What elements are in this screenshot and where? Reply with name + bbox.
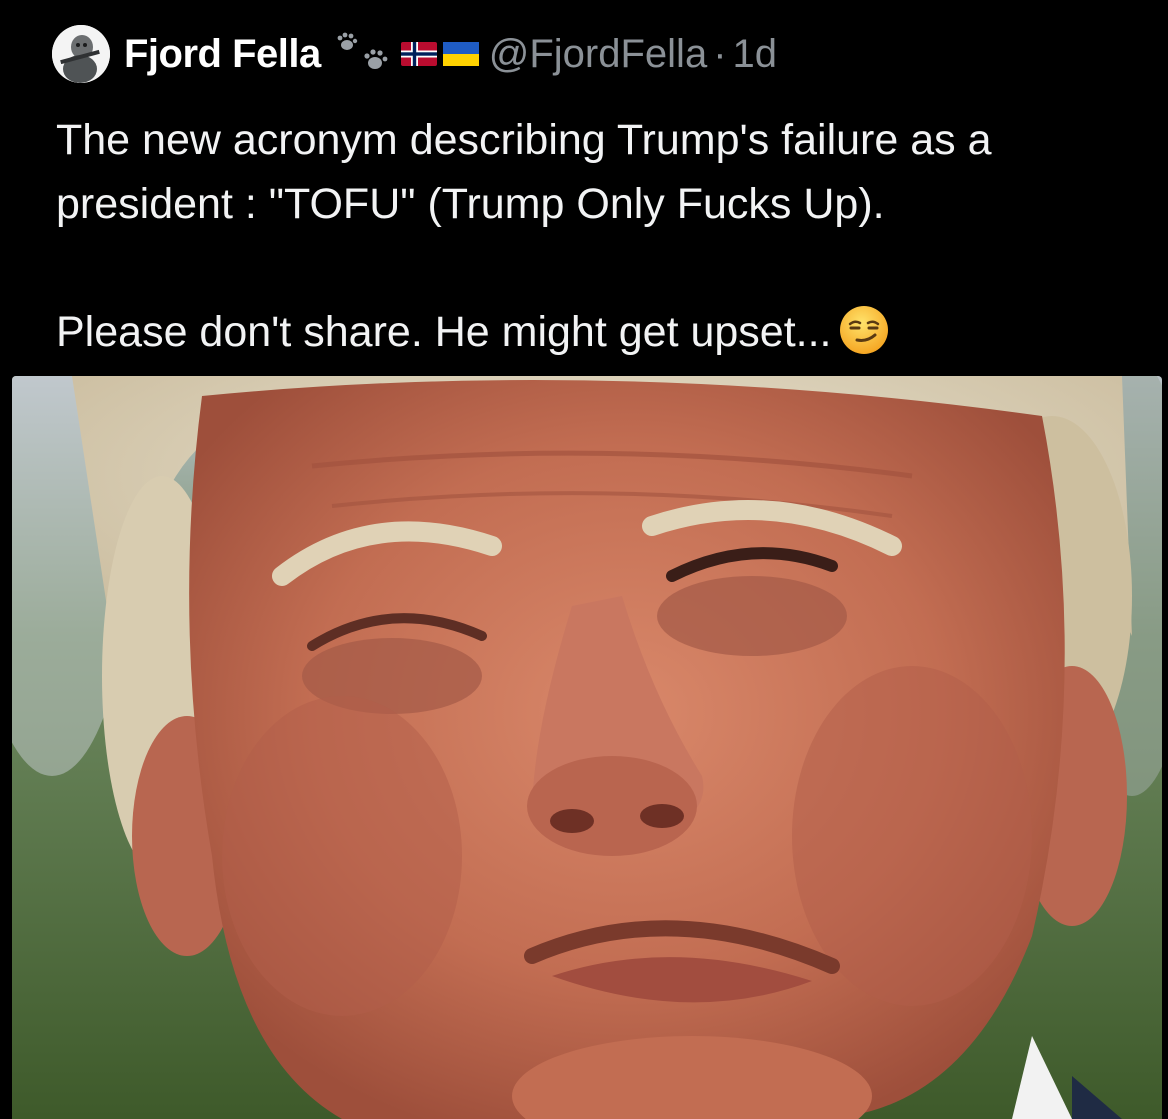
- portrait-photo: [12, 376, 1162, 1119]
- smirking-face-icon: [838, 304, 890, 356]
- tweet-card[interactable]: Fjord Fella @FjordFella · 1d The new acr…: [0, 0, 1168, 1119]
- user-handle[interactable]: @FjordFella: [489, 32, 707, 77]
- avatar[interactable]: [52, 25, 110, 83]
- tweet-text: The new acronym describing Trump's failu…: [56, 108, 1146, 364]
- tweet-photo[interactable]: [12, 376, 1162, 1119]
- display-name[interactable]: Fjord Fella: [124, 32, 321, 77]
- tweet-text-line: Please don't share. He might get upset..…: [56, 300, 1146, 364]
- paw-prints-icon: [335, 31, 395, 77]
- avatar-image: [52, 25, 110, 83]
- tweet-header: Fjord Fella @FjordFella · 1d: [52, 24, 777, 84]
- tweet-text-line: president : "TOFU" (Trump Only Fucks Up)…: [56, 180, 885, 228]
- tweet-text-line: The new acronym describing Trump's failu…: [56, 116, 992, 164]
- ukraine-flag-icon: [442, 42, 479, 66]
- tweet-text-span: Please don't share. He might get upset..…: [56, 308, 832, 356]
- timestamp[interactable]: 1d: [733, 32, 778, 77]
- separator-dot: ·: [713, 31, 727, 76]
- norway-flag-icon: [400, 42, 437, 66]
